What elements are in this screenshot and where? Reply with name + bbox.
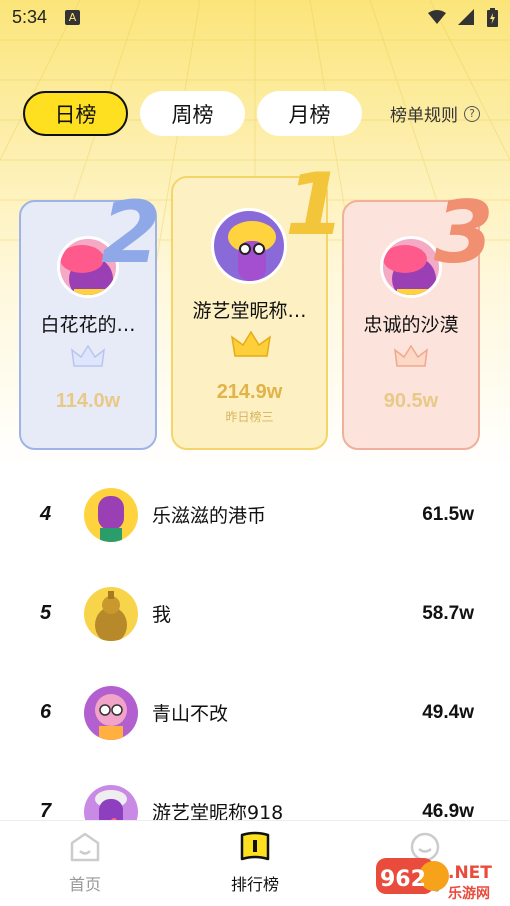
avatar (84, 685, 138, 740)
rank-number-3: 3 (434, 183, 494, 283)
row-name: 青山不改 (152, 703, 229, 725)
svg-text:.NET: .NET (448, 863, 492, 883)
rules-link[interactable]: 榜单规则 ? (390, 101, 480, 126)
nav-home[interactable]: 首页 (0, 821, 170, 906)
wifi-icon (428, 9, 446, 24)
nav-leaderboard[interactable]: 排行榜 (170, 821, 340, 906)
tab-daily[interactable]: 日榜 (23, 91, 128, 136)
silver-crown-icon (71, 344, 105, 367)
battery-icon (487, 7, 498, 27)
row-rank: 4 (40, 503, 52, 525)
notification-a-icon: A (65, 9, 81, 25)
podium-score: 214.9w (216, 381, 283, 403)
nav-label: 排行榜 (230, 875, 279, 894)
help-icon: ? (464, 105, 480, 122)
gold-crown-icon (231, 330, 271, 357)
avatar (84, 586, 138, 641)
nav-label: 首页 (68, 875, 101, 894)
avatar (380, 236, 442, 298)
avatar (211, 208, 287, 284)
row-rank: 6 (40, 701, 52, 723)
list-item[interactable]: 5 我 58.7w (0, 564, 510, 663)
podium-third[interactable]: 3 忠诚的沙漠 90.5w (342, 190, 494, 450)
podium-name: 白花花的… (40, 314, 136, 336)
podium-score: 90.5w (383, 390, 439, 412)
status-bar: 5:34 A (0, 0, 510, 34)
period-tabs: 日榜 周榜 月榜 (23, 91, 374, 136)
avatar (84, 487, 138, 542)
home-icon (70, 832, 100, 862)
row-score: 49.4w (422, 701, 474, 723)
ranking-list: 4 乐滋滋的港币 61.5w 5 我 58.7w 6 青山不改 49.4w 7 … (0, 465, 510, 861)
podium-second[interactable]: 2 白花花的… 114.0w (19, 190, 161, 450)
bronze-crown-icon (394, 344, 428, 367)
status-time: 5:34 (12, 6, 48, 27)
row-score: 61.5w (422, 503, 474, 525)
leaderboard-icon (240, 831, 270, 861)
list-item[interactable]: 6 青山不改 49.4w (0, 663, 510, 762)
rank-number-1: 1 (285, 155, 345, 255)
podium-score: 114.0w (55, 390, 121, 412)
podium-subtext: 昨日榜三 (225, 410, 274, 424)
podium-first[interactable]: 1 游艺堂昵称… 214.9w 昨日榜三 (171, 162, 345, 450)
podium-name: 忠诚的沙漠 (363, 314, 459, 336)
tab-monthly[interactable]: 月榜 (257, 91, 362, 136)
watermark-logo: 962 .NET 乐游网 (376, 858, 492, 902)
row-score: 58.7w (422, 602, 474, 624)
svg-text:乐游网: 乐游网 (448, 885, 490, 902)
rules-label: 榜单规则 (390, 106, 458, 126)
svg-text:962: 962 (380, 867, 426, 892)
podium-name: 游艺堂昵称… (192, 300, 307, 322)
list-item[interactable]: 4 乐滋滋的港币 61.5w (0, 465, 510, 564)
rank-number-2: 2 (101, 183, 161, 283)
row-name: 我 (152, 604, 172, 626)
tab-weekly[interactable]: 周榜 (140, 91, 245, 136)
signal-icon (458, 9, 474, 25)
row-rank: 5 (40, 602, 52, 624)
row-name: 乐滋滋的港币 (152, 505, 267, 527)
